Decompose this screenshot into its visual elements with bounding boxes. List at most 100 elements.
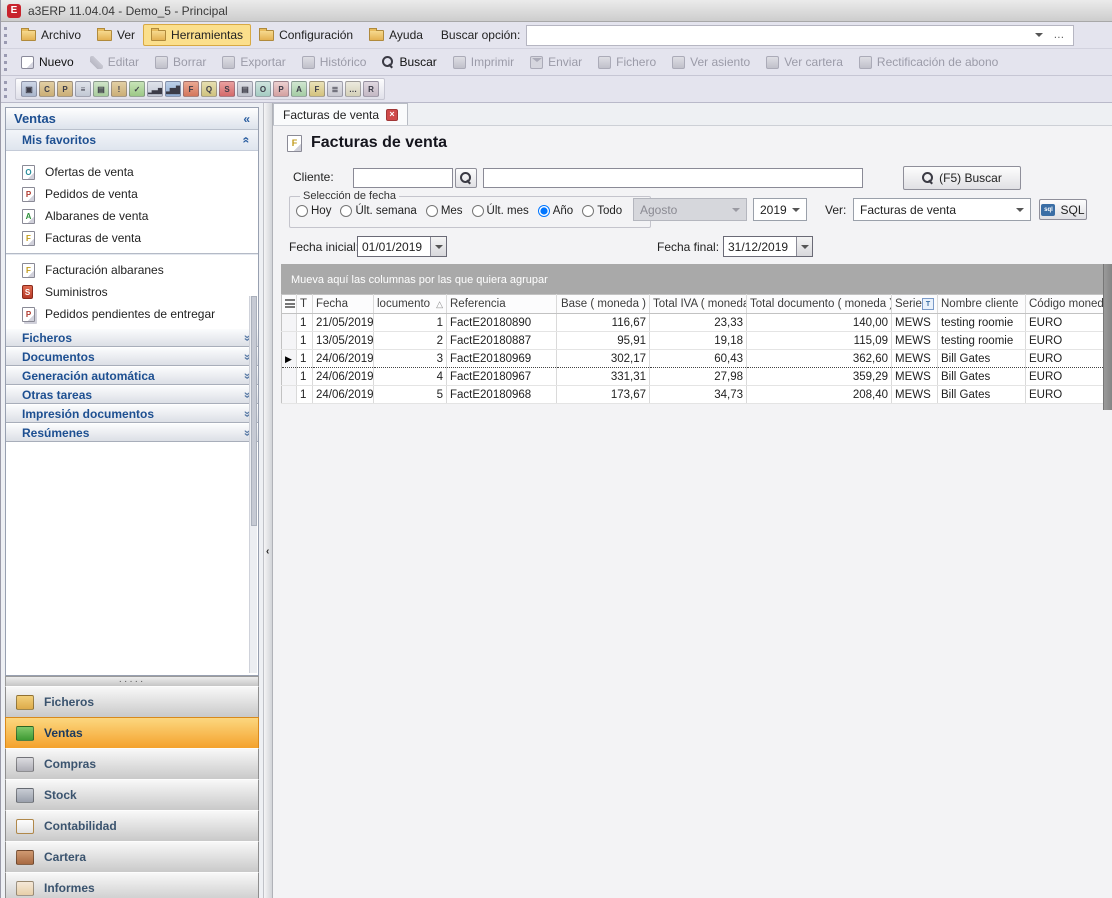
cell-cliente[interactable]: testing roomie <box>938 332 1026 350</box>
printer-green-icon[interactable]: ▤ <box>93 81 109 97</box>
calendar-dropdown-button[interactable] <box>430 237 446 256</box>
table-row[interactable]: 1 24/06/2019 5 FactE20180968 173,67 34,7… <box>282 386 1106 404</box>
tab-facturas-de-venta[interactable]: Facturas de venta × <box>273 103 408 125</box>
cell-moneda[interactable]: EURO <box>1026 332 1106 350</box>
section-otras-tareas[interactable]: Otras tareas« <box>6 386 258 404</box>
section-documentos[interactable]: Documentos« <box>6 348 258 366</box>
nav-ventas[interactable]: Ventas <box>5 717 259 749</box>
radio-hoy-input[interactable] <box>296 205 308 217</box>
table-row[interactable]: 1 21/05/2019 1 FactE20180890 116,67 23,3… <box>282 314 1106 332</box>
radio-ult-mes[interactable]: Últ. mes <box>472 205 529 217</box>
radio-ano-input[interactable] <box>538 205 550 217</box>
cell-serie[interactable]: MEWS <box>892 386 938 404</box>
search-facturas-icon[interactable]: F <box>309 81 325 97</box>
fecha-final-picker[interactable]: 31/12/2019 <box>723 236 813 257</box>
cell-base[interactable]: 302,17 <box>557 350 650 368</box>
cell-referencia[interactable]: FactE20180890 <box>447 314 557 332</box>
sql-button[interactable]: sql SQL <box>1039 199 1087 220</box>
col-fecha[interactable]: Fecha <box>313 295 374 314</box>
cell-serie[interactable]: MEWS <box>892 350 938 368</box>
cell-serie[interactable]: MEWS <box>892 314 938 332</box>
cell-iva[interactable]: 23,33 <box>650 314 747 332</box>
cell-base[interactable]: 116,67 <box>557 314 650 332</box>
cell-fecha[interactable]: 13/05/2019 <box>313 332 374 350</box>
col-serie[interactable]: SerieT <box>892 295 938 314</box>
cell-fecha[interactable]: 24/06/2019 <box>313 368 374 386</box>
cell-moneda[interactable]: EURO <box>1026 386 1106 404</box>
nuevo-button[interactable]: Nuevo <box>13 52 82 72</box>
section-generacion-automatica[interactable]: Generación automática« <box>6 367 258 385</box>
buscar-button[interactable]: Buscar <box>374 52 444 72</box>
col-base[interactable]: Base ( moneda ) <box>557 295 650 314</box>
radio-ult-semana-input[interactable] <box>340 205 352 217</box>
case-warning-icon[interactable]: ! <box>111 81 127 97</box>
clipboard-icon[interactable]: ▣ <box>21 81 37 97</box>
sidebar-item-facturacion-albaranes[interactable]: FFacturación albaranes <box>6 259 258 281</box>
collapse-arrow-icon[interactable]: ‹ <box>266 546 269 557</box>
cell-documento[interactable]: 2 <box>374 332 447 350</box>
col-total-documento[interactable]: Total documento ( moneda ) <box>747 295 892 314</box>
calendar-dropdown-button[interactable] <box>796 237 812 256</box>
cell-t[interactable]: 1 <box>297 350 313 368</box>
cell-base[interactable]: 95,91 <box>557 332 650 350</box>
col-t[interactable]: T <box>297 295 313 314</box>
search-option-combobox[interactable]: … <box>526 25 1074 46</box>
sidebar-item-pedidos-de-venta[interactable]: PPedidos de venta <box>6 183 258 205</box>
comment-icon[interactable]: … <box>345 81 361 97</box>
toolbar-grip-icon[interactable] <box>4 54 8 71</box>
year-select[interactable]: 2019 <box>753 198 807 221</box>
sidebar-item-suministros[interactable]: SSuministros <box>6 281 258 303</box>
sidebar-item-albaranes-de-venta[interactable]: AAlbaranes de venta <box>6 205 258 227</box>
fecha-inicial-picker[interactable]: 01/01/2019 <box>357 236 447 257</box>
case-contact-icon[interactable]: C <box>39 81 55 97</box>
collapse-left-icon[interactable]: « <box>243 113 250 125</box>
toolbar-grip-icon[interactable] <box>4 27 8 44</box>
chevron-down-icon[interactable] <box>1016 208 1024 212</box>
cliente-code-input[interactable] <box>353 168 453 188</box>
cell-cliente[interactable]: Bill Gates <box>938 350 1026 368</box>
nav-stock[interactable]: Stock <box>5 779 259 811</box>
cell-moneda[interactable]: EURO <box>1026 350 1106 368</box>
f5-buscar-button[interactable]: (F5) Buscar <box>903 166 1021 190</box>
cell-iva[interactable]: 60,43 <box>650 350 747 368</box>
cell-serie[interactable]: MEWS <box>892 332 938 350</box>
filter-icon[interactable]: T <box>922 298 934 310</box>
cell-iva[interactable]: 27,98 <box>650 368 747 386</box>
chevron-down-icon[interactable] <box>1035 33 1043 37</box>
cell-t[interactable]: 1 <box>297 332 313 350</box>
cell-total[interactable]: 362,60 <box>747 350 892 368</box>
cell-referencia[interactable]: FactE20180969 <box>447 350 557 368</box>
radio-ult-semana[interactable]: Últ. semana <box>340 205 416 217</box>
sidebar-item-facturas-de-venta[interactable]: FFacturas de venta <box>6 227 258 249</box>
papers-stack-icon[interactable]: ▤ <box>237 81 253 97</box>
cell-documento[interactable]: 3 <box>374 350 447 368</box>
print-doc-icon[interactable]: R <box>363 81 379 97</box>
cell-documento[interactable]: 5 <box>374 386 447 404</box>
section-resumenes[interactable]: Resúmenes« <box>6 424 258 442</box>
cell-total[interactable]: 140,00 <box>747 314 892 332</box>
ver-select[interactable]: Facturas de venta <box>853 198 1031 221</box>
section-impresion-documentos[interactable]: Impresión documentos« <box>6 405 258 423</box>
cell-t[interactable]: 1 <box>297 368 313 386</box>
toolbar-grip-icon[interactable] <box>4 81 8 98</box>
fuel-pump-icon[interactable]: F <box>183 81 199 97</box>
cell-fecha[interactable]: 21/05/2019 <box>313 314 374 332</box>
table-row[interactable]: 1 13/05/2019 2 FactE20180887 95,91 19,18… <box>282 332 1106 350</box>
menu-item-configuracion[interactable]: Configuración <box>251 24 361 46</box>
cell-cliente[interactable]: Bill Gates <box>938 386 1026 404</box>
group-by-bar[interactable]: Mueva aquí las columnas por las que quie… <box>281 264 1112 294</box>
menu-item-archivo[interactable]: Archivo <box>13 24 89 46</box>
cell-t[interactable]: 1 <box>297 314 313 332</box>
cell-referencia[interactable]: FactE20180887 <box>447 332 557 350</box>
radio-mes[interactable]: Mes <box>426 205 463 217</box>
cell-moneda[interactable]: EURO <box>1026 368 1106 386</box>
menu-item-herramientas[interactable]: Herramientas <box>143 24 251 46</box>
nav-informes[interactable]: Informes <box>5 872 259 898</box>
chevron-down-icon[interactable] <box>792 208 800 212</box>
radio-mes-input[interactable] <box>426 205 438 217</box>
sidebar-collapse-splitter[interactable]: ‹ <box>263 103 273 898</box>
search-ofertas-icon[interactable]: O <box>255 81 271 97</box>
chart-big-icon[interactable]: ▂▅▇ <box>165 81 181 97</box>
sales-doc-icon[interactable]: S <box>219 81 235 97</box>
favorites-header[interactable]: Mis favoritos « <box>6 130 258 151</box>
